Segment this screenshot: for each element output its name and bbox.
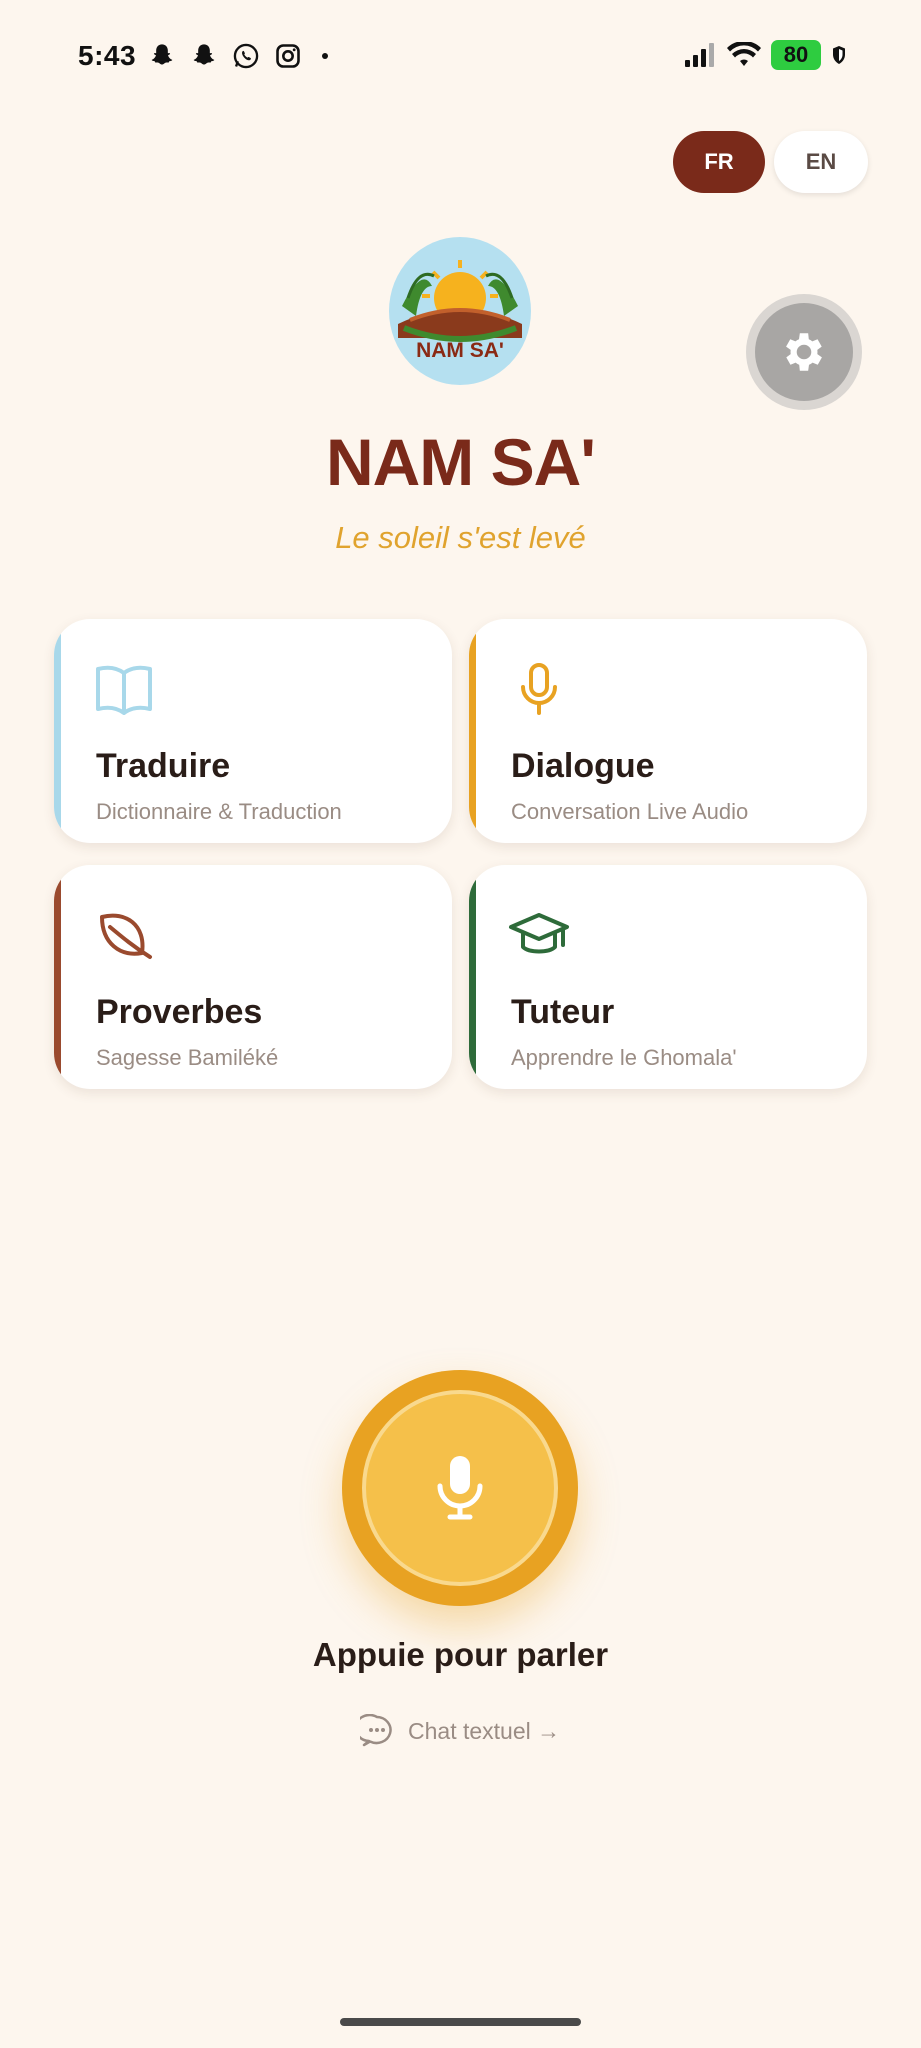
language-en-button[interactable]: EN <box>774 131 868 193</box>
wifi-icon <box>727 42 761 66</box>
book-icon <box>96 665 152 715</box>
graduation-cap-icon <box>509 913 569 954</box>
card-dialogue[interactable]: Dialogue Conversation Live Audio <box>469 619 867 843</box>
card-accent <box>54 619 61 843</box>
notification-icons <box>148 42 334 70</box>
app-title: NAM SA' <box>325 425 596 499</box>
card-subtitle: Conversation Live Audio <box>511 799 749 824</box>
push-to-talk-button[interactable] <box>342 1370 578 1606</box>
snapchat-icon <box>193 44 215 65</box>
card-proverbes[interactable]: Proverbes Sagesse Bamiléké <box>54 865 452 1089</box>
card-title: Dialogue <box>511 747 655 785</box>
language-fr-button[interactable]: FR <box>673 131 765 193</box>
leaf-icon <box>100 913 152 959</box>
card-accent <box>469 619 476 843</box>
microphone-icon <box>437 1456 483 1520</box>
card-traduire[interactable]: Traduire Dictionnaire & Traduction <box>54 619 452 843</box>
whatsapp-icon <box>233 43 259 69</box>
chat-bubble-icon <box>360 1714 392 1747</box>
snapchat-icon <box>151 44 173 65</box>
card-subtitle: Apprendre le Ghomala' <box>511 1045 737 1070</box>
status-right: 80 <box>683 40 847 70</box>
card-accent <box>469 865 476 1089</box>
instagram-icon <box>276 44 300 68</box>
settings-button[interactable] <box>746 294 862 410</box>
card-title: Proverbes <box>96 993 263 1031</box>
dot-icon <box>322 53 328 59</box>
card-title: Tuteur <box>511 993 615 1031</box>
gear-icon <box>786 333 822 371</box>
card-accent <box>54 865 61 1089</box>
logo-text: NAM SA' <box>416 339 504 362</box>
home-indicator[interactable] <box>340 2018 581 2026</box>
app-logo: NAM SA' <box>388 236 532 386</box>
card-subtitle: Dictionnaire & Traduction <box>96 799 342 824</box>
microphone-icon <box>521 663 557 715</box>
shield-icon <box>833 46 845 64</box>
status-time: 5:43 <box>78 40 137 71</box>
card-title: Traduire <box>96 747 231 785</box>
app-subtitle: Le soleil s'est levé <box>335 520 586 555</box>
text-chat-link[interactable]: Chat textuel → <box>360 1714 560 1748</box>
battery-icon: 80 <box>771 40 821 70</box>
text-chat-label: Chat textuel → <box>408 1717 561 1744</box>
card-subtitle: Sagesse Bamiléké <box>96 1045 279 1070</box>
push-to-talk-label: Appuie pour parler <box>312 1636 609 1673</box>
signal-icon <box>685 43 714 67</box>
card-tuteur[interactable]: Tuteur Apprendre le Ghomala' <box>469 865 867 1089</box>
